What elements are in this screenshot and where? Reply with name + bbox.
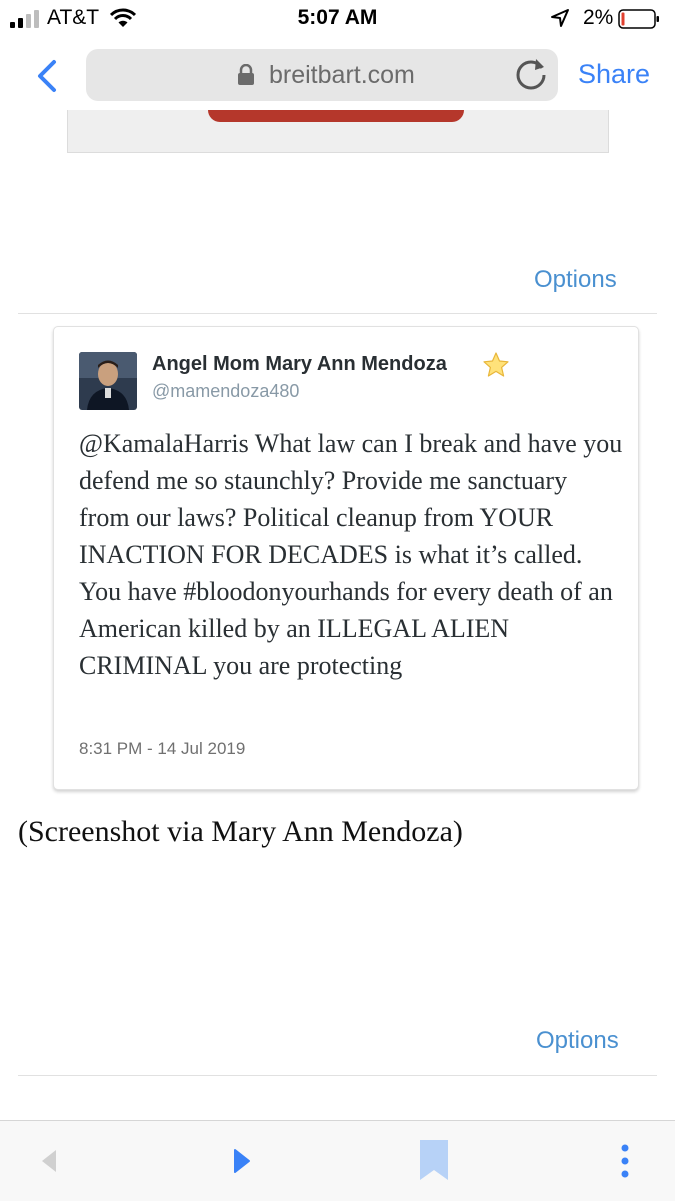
browser-toolbar xyxy=(0,1120,675,1201)
status-time: 5:07 AM xyxy=(297,6,378,29)
browser-navigation-bar: breitbart.com Share xyxy=(0,40,675,112)
bookmark-icon[interactable] xyxy=(418,1138,450,1182)
red-button-fragment[interactable] xyxy=(208,110,464,122)
reload-icon[interactable] xyxy=(514,58,548,92)
star-icon xyxy=(483,352,509,377)
battery-icon xyxy=(618,9,659,29)
forward-icon[interactable] xyxy=(230,1147,252,1175)
address-bar[interactable]: breitbart.com xyxy=(86,49,558,101)
more-icon[interactable] xyxy=(618,1143,632,1179)
tweet-text: @KamalaHarris What law can I break and h… xyxy=(79,429,623,680)
lock-icon xyxy=(238,64,254,85)
back-icon[interactable] xyxy=(38,1147,60,1175)
battery-percent: 2% xyxy=(583,6,614,29)
embedded-content-block xyxy=(67,110,609,153)
divider xyxy=(18,1075,657,1076)
options-link-top[interactable]: Options xyxy=(534,266,617,294)
back-chevron-icon[interactable] xyxy=(32,58,62,94)
avatar[interactable] xyxy=(79,352,137,410)
share-button[interactable]: Share xyxy=(578,59,650,90)
location-arrow-icon xyxy=(551,9,569,27)
tweet-timestamp[interactable]: 8:31 PM - 14 Jul 2019 xyxy=(79,739,245,759)
url-text: breitbart.com xyxy=(269,61,415,89)
status-bar: AT&T 5:07 AM 2% xyxy=(0,0,675,40)
tweet-author-handle[interactable]: @mamendoza480 xyxy=(152,381,299,402)
divider xyxy=(18,313,657,314)
tweet-author-name[interactable]: Angel Mom Mary Ann Mendoza xyxy=(152,353,447,376)
image-caption: (Screenshot via Mary Ann Mendoza) xyxy=(18,815,463,848)
options-link-bottom[interactable]: Options xyxy=(536,1027,619,1055)
embedded-tweet[interactable]: Angel Mom Mary Ann Mendoza @mamendoza480… xyxy=(53,326,639,790)
